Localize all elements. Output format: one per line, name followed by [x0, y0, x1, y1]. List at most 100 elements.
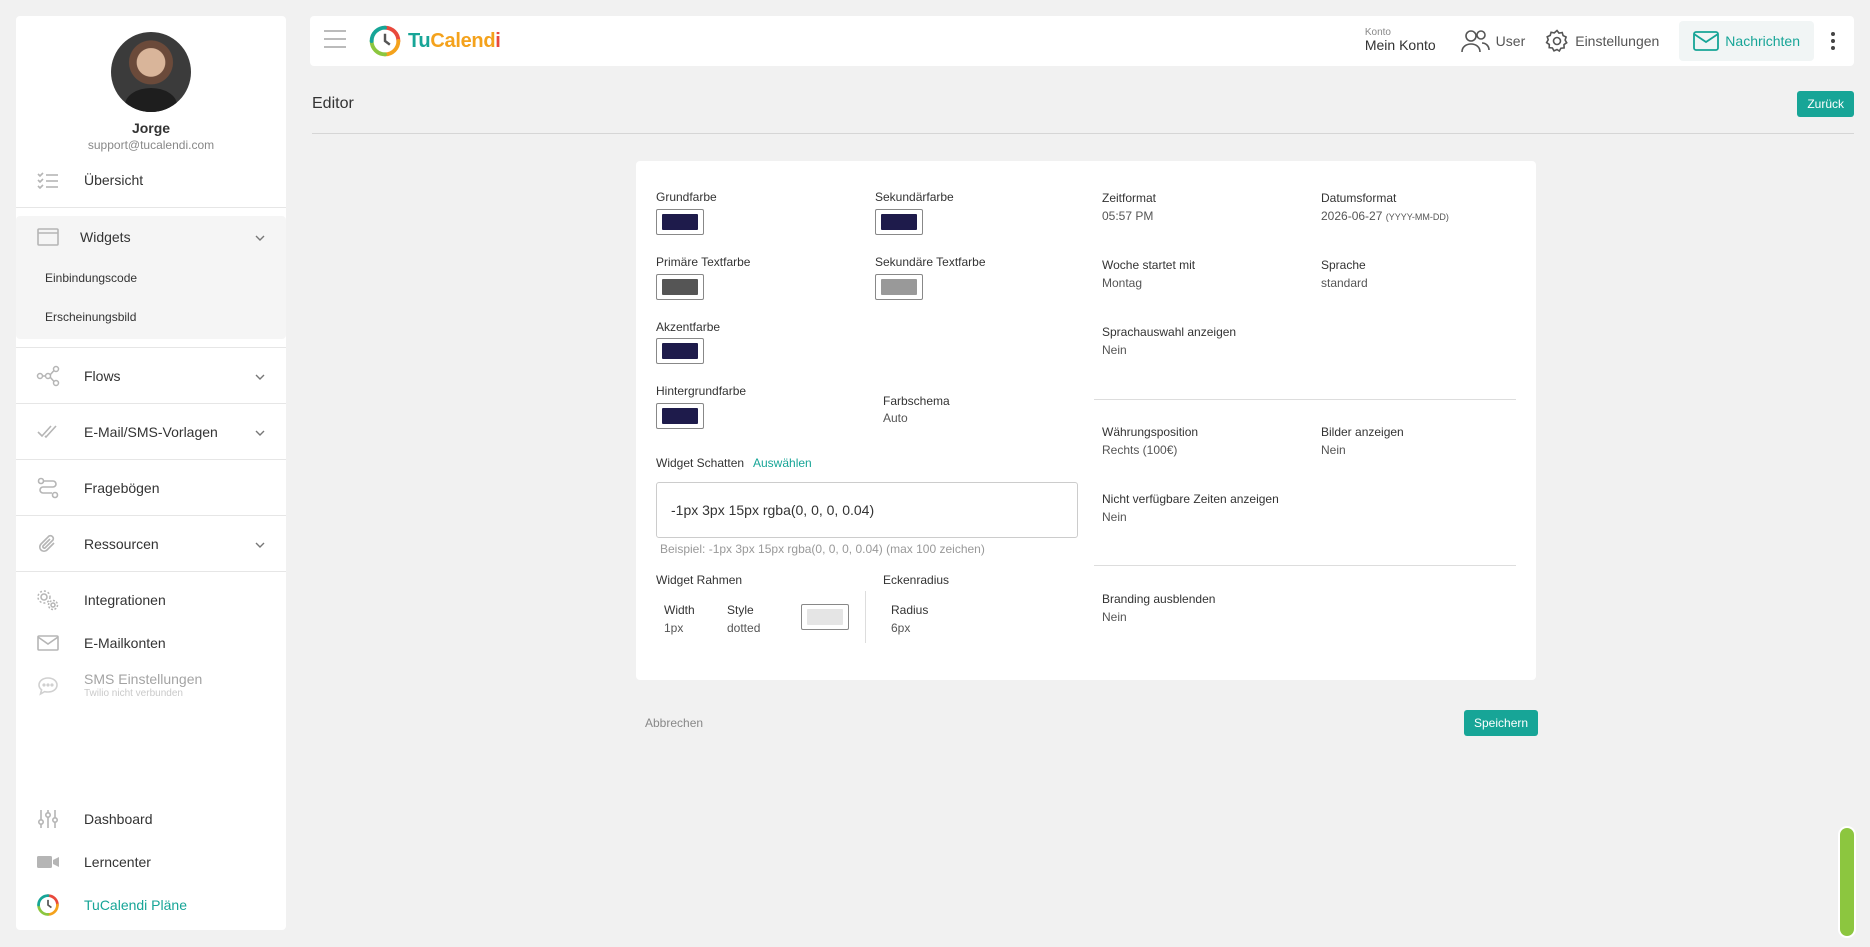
- sidebar-item-dashboard[interactable]: Dashboard: [16, 797, 286, 840]
- border-style-label: Style: [727, 603, 754, 617]
- background-color-label: Hintergrundfarbe: [656, 384, 747, 398]
- settings-button-label: Einstellungen: [1575, 33, 1660, 49]
- logo-text-tu: Tu: [408, 29, 431, 52]
- border-style-value[interactable]: dotted: [727, 621, 760, 635]
- background-color-swatch[interactable]: [656, 403, 704, 429]
- sidebar-item-label: Dashboard: [84, 810, 153, 827]
- corner-radius-label: Eckenradius: [883, 573, 950, 587]
- page-title: Editor: [312, 95, 354, 112]
- account-switcher[interactable]: Konto Mein Konto: [1365, 28, 1436, 54]
- week-start-value[interactable]: Montag: [1102, 276, 1142, 290]
- border-color-swatch[interactable]: [801, 604, 849, 630]
- sidebar-item-label: TuCalendi Pläne: [84, 896, 187, 913]
- hide-branding-value[interactable]: Nein: [1102, 610, 1127, 624]
- paperclip-icon: [36, 532, 60, 556]
- date-format-label: Datumsformat: [1321, 191, 1397, 205]
- settings-button[interactable]: Einstellungen: [1545, 29, 1659, 53]
- profile: Jorge support@tucalendi.com: [16, 16, 286, 152]
- chevron-down-icon: [254, 370, 266, 388]
- sidebar-item-label: SMS Einstellungen Twilio nicht verbunden: [84, 672, 202, 699]
- messages-button[interactable]: Nachrichten: [1679, 21, 1814, 61]
- profile-name: Jorge: [131, 120, 171, 136]
- sidebar-item-label: Übersicht: [84, 171, 144, 188]
- currency-position-value[interactable]: Rechts (100€): [1102, 443, 1177, 457]
- widget-shadow-hint: Beispiel: -1px 3px 15px rgba(0, 0, 0, 0.…: [660, 542, 985, 556]
- sidebar-subitem-embed-code[interactable]: Einbindungscode: [16, 258, 286, 297]
- widget-shadow-input[interactable]: [656, 482, 1078, 538]
- flows-icon: [36, 364, 60, 388]
- sidebar-item-templates[interactable]: E-Mail/SMS-Vorlagen: [16, 404, 286, 460]
- sidebar-item-label: E-Mailkonten: [84, 634, 166, 651]
- cancel-link[interactable]: Abbrechen: [645, 716, 703, 730]
- secondary-color-swatch[interactable]: [875, 209, 923, 235]
- primary-text-color-swatch[interactable]: [656, 274, 704, 300]
- sidebar-item-plans[interactable]: TuCalendi Pläne: [16, 883, 286, 926]
- topbar: TuCalendi Konto Mein Konto User Einstell…: [310, 16, 1854, 66]
- color-scheme-value[interactable]: Auto: [883, 411, 908, 425]
- double-check-icon: [36, 420, 60, 444]
- messages-button-label: Nachrichten: [1725, 33, 1800, 49]
- border-width-value[interactable]: 1px: [664, 621, 683, 635]
- language-selector-label: Sprachauswahl anzeigen: [1102, 325, 1237, 339]
- chevron-down-icon: [254, 426, 266, 444]
- language-label: Sprache: [1321, 258, 1366, 272]
- hamburger-menu-icon[interactable]: [324, 30, 346, 48]
- radius-value[interactable]: 6px: [891, 621, 910, 635]
- accent-color-swatch[interactable]: [656, 338, 704, 364]
- sidebar-item-questionnaires[interactable]: Fragebögen: [16, 460, 286, 516]
- video-camera-icon: [36, 850, 60, 874]
- section-divider: [1094, 399, 1516, 400]
- sidebar-item-sms-settings[interactable]: SMS Einstellungen Twilio nicht verbunden: [16, 664, 286, 707]
- radius-sub-label: Radius: [891, 603, 929, 617]
- gears-icon: [36, 588, 60, 612]
- language-selector-value[interactable]: Nein: [1102, 343, 1127, 357]
- sidebar-item-mail-accounts[interactable]: E-Mailkonten: [16, 621, 286, 664]
- widget-border-label: Widget Rahmen: [656, 573, 743, 587]
- more-options-icon[interactable]: [1822, 31, 1844, 52]
- sidebar-item-label: Fragebögen: [84, 479, 160, 496]
- primary-text-color-label: Primäre Textfarbe: [656, 255, 751, 269]
- sidebar-item-flows[interactable]: Flows: [16, 348, 286, 404]
- profile-email: support@tucalendi.com: [87, 138, 215, 152]
- chevron-down-icon: [254, 538, 266, 556]
- user-button-label: User: [1495, 33, 1526, 49]
- unavailable-times-label: Nicht verfügbare Zeiten anzeigen: [1102, 492, 1279, 506]
- language-value[interactable]: standard: [1321, 276, 1368, 290]
- secondary-color-label: Sekundärfarbe: [875, 190, 954, 204]
- unavailable-times-value[interactable]: Nein: [1102, 510, 1127, 524]
- widgets-group: Widgets Einbindungscode Erscheinungsbild: [16, 216, 286, 339]
- sidebar-item-resources[interactable]: Ressourcen: [16, 516, 286, 572]
- hide-branding-label: Branding ausblenden: [1102, 592, 1216, 606]
- avatar[interactable]: [111, 32, 191, 112]
- editor-card: Grundfarbe Sekundärfarbe Primäre Textfar…: [636, 161, 1536, 680]
- sliders-icon: [36, 807, 60, 831]
- envelope-icon: [36, 631, 60, 655]
- sidebar-subitem-appearance[interactable]: Erscheinungsbild: [16, 297, 286, 336]
- envelope-icon: [1693, 31, 1720, 51]
- tucalendi-logo[interactable]: TuCalendi: [368, 24, 501, 58]
- currency-position-label: Währungsposition: [1102, 425, 1199, 439]
- account-label: Mein Konto: [1364, 37, 1436, 53]
- shadow-select-link[interactable]: Auswählen: [753, 456, 812, 470]
- sidebar-item-integrations[interactable]: Integrationen: [16, 578, 286, 621]
- sidebar-item-label: Integrationen: [84, 591, 166, 608]
- user-button[interactable]: User: [1460, 28, 1526, 54]
- back-button[interactable]: Zurück: [1797, 91, 1854, 117]
- sidebar-item-learning[interactable]: Lerncenter: [16, 840, 286, 883]
- show-images-value[interactable]: Nein: [1321, 443, 1346, 457]
- logo-text: TuCalendi: [408, 30, 501, 53]
- border-width-label: Width: [664, 603, 695, 617]
- widget-shadow-label: Widget Schatten: [656, 456, 745, 470]
- primary-color-swatch[interactable]: [656, 209, 704, 235]
- logo-text-calend: Calend: [430, 29, 496, 52]
- sidebar-item-widgets[interactable]: Widgets: [16, 216, 286, 258]
- date-format-pattern: (YYYY-MM-DD): [1385, 212, 1449, 222]
- help-widget-tab[interactable]: [1840, 828, 1854, 936]
- secondary-text-color-swatch[interactable]: [875, 274, 923, 300]
- time-format-value[interactable]: 05:57 PM: [1102, 209, 1153, 223]
- border-divider: [865, 591, 866, 643]
- date-format-value[interactable]: 2026-06-27 (YYYY-MM-DD): [1321, 209, 1449, 223]
- show-images-label: Bilder anzeigen: [1321, 425, 1404, 439]
- sidebar-item-overview[interactable]: Übersicht: [16, 152, 286, 208]
- save-button[interactable]: Speichern: [1464, 710, 1539, 736]
